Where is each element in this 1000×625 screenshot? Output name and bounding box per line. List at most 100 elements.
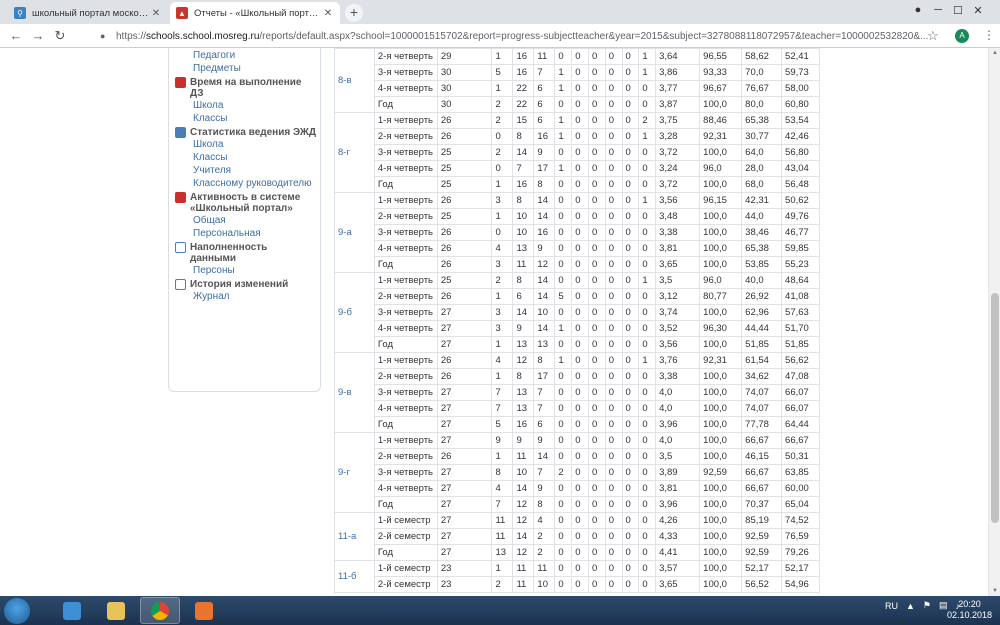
table-row: 9-а 1-я четверть 26 3 8 14 0 0 0 0 0 1 3,56 96,15 42,3… xyxy=(334,192,820,273)
sidebar-link-journal[interactable]: Журнал xyxy=(193,290,316,303)
sidebar-link-school[interactable]: Школа xyxy=(193,99,316,112)
value-cell: 0 xyxy=(587,336,606,353)
value-cell: 0 xyxy=(571,176,589,193)
value-cell: 0 xyxy=(554,416,573,433)
sidebar-link-class-teacher[interactable]: Классному руководителю xyxy=(193,177,316,190)
browser-menu-icon[interactable]: ⋮ xyxy=(983,28,995,42)
bookmark-star-icon[interactable]: ☆ xyxy=(927,28,939,44)
value-cell: 13 xyxy=(491,544,514,561)
new-tab-button[interactable]: + xyxy=(345,4,363,22)
class-link[interactable]: 9-а xyxy=(334,192,375,273)
ie-icon xyxy=(63,601,81,620)
value-cell: 1 xyxy=(554,80,573,97)
sidebar-link-school[interactable]: Школа xyxy=(193,138,316,151)
value-cell: 12 xyxy=(512,512,535,529)
class-link[interactable]: 9-в xyxy=(334,352,375,433)
value-cell: 66,67 xyxy=(741,480,783,497)
address-bar[interactable]: ● https:// schools.school.mosreg.ru /rep… xyxy=(100,27,945,45)
scroll-up-arrow-icon[interactable]: ▲ xyxy=(989,48,1000,58)
value-cell: 3,5 xyxy=(655,272,701,289)
sidebar-link-teachers[interactable]: Педагоги xyxy=(193,49,316,62)
tab-search[interactable]: ⚲ школьный портал московской ✕ xyxy=(8,2,168,24)
class-link[interactable]: 11-б xyxy=(334,560,375,593)
maximize-button[interactable]: ☐ xyxy=(948,0,968,20)
value-cell: 0 xyxy=(587,496,606,513)
clock-time: 20:20 xyxy=(958,599,981,609)
period-cell: 2-я четверть xyxy=(373,448,438,465)
value-cell: 3,96 xyxy=(655,416,701,433)
class-link[interactable]: 11-а xyxy=(334,512,375,561)
value-cell: 41,08 xyxy=(781,288,820,305)
value-cell: 100,0 xyxy=(699,240,743,257)
value-cell: 27 xyxy=(436,432,493,449)
value-cell: 0 xyxy=(571,144,589,161)
value-cell: 0 xyxy=(604,480,623,497)
sidebar-link-classes[interactable]: Классы xyxy=(193,151,316,164)
value-cell: 6 xyxy=(533,80,556,97)
value-cell: 0 xyxy=(554,224,573,241)
sidebar-link-persons[interactable]: Персоны xyxy=(193,264,316,277)
value-cell: 11 xyxy=(533,560,556,577)
profile-avatar[interactable]: A xyxy=(955,29,969,43)
value-cell: 0 xyxy=(571,560,589,577)
value-cell: 4 xyxy=(491,352,514,369)
arrow-up-icon[interactable]: ▲ xyxy=(906,601,915,611)
value-cell: 0 xyxy=(571,368,589,385)
value-cell: 0 xyxy=(621,576,640,593)
class-link[interactable]: 8-г xyxy=(334,112,375,193)
value-cell: 63,85 xyxy=(781,464,820,481)
value-cell: 3 xyxy=(491,192,514,209)
start-button[interactable] xyxy=(4,598,30,624)
scrollbar-thumb[interactable] xyxy=(991,293,999,523)
class-link[interactable]: 9-б xyxy=(334,272,375,353)
close-tab-icon[interactable]: ✕ xyxy=(322,8,334,19)
value-cell: 26,92 xyxy=(741,288,783,305)
value-cell: 0 xyxy=(621,336,640,353)
value-cell: 65,04 xyxy=(781,496,820,513)
value-cell: 88,46 xyxy=(699,112,743,129)
scroll-down-arrow-icon[interactable]: ▼ xyxy=(989,586,1000,596)
reload-button[interactable]: ↻ xyxy=(52,28,68,44)
period-cell: Год xyxy=(373,496,438,513)
sidebar-link-personal[interactable]: Персональная xyxy=(193,227,316,240)
value-cell: 16 xyxy=(533,128,556,145)
close-window-button[interactable]: ✕ xyxy=(968,0,988,20)
value-cell: 46,15 xyxy=(741,448,783,465)
taskbar-explorer[interactable] xyxy=(96,597,136,624)
minimize-button[interactable]: ─ xyxy=(928,0,948,20)
explorer-icon xyxy=(107,601,125,620)
value-cell: 0 xyxy=(604,528,623,545)
sidebar-link-teachers[interactable]: Учителя xyxy=(193,164,316,177)
flag-icon[interactable]: ⚑ xyxy=(923,600,931,611)
taskbar-media-player[interactable] xyxy=(184,597,224,624)
tab-reports[interactable]: ▲ Отчеты - «Школьный портал» ✕ xyxy=(170,2,340,24)
period-cell: 1-й семестр xyxy=(373,512,438,529)
page-scrollbar[interactable]: ▲ ▼ xyxy=(988,48,1000,596)
user-icon[interactable]: ● xyxy=(908,0,928,20)
class-link[interactable]: 8-в xyxy=(334,48,375,113)
value-cell: 4,0 xyxy=(655,384,701,401)
back-button[interactable]: ← xyxy=(8,28,24,44)
period-cell: Год xyxy=(373,336,438,353)
value-cell: 0 xyxy=(571,400,589,417)
clock-date: 02.10.2018 xyxy=(946,610,992,620)
forward-button[interactable]: → xyxy=(30,28,46,44)
value-cell: 5 xyxy=(554,288,573,305)
value-cell: 12 xyxy=(512,496,535,513)
sidebar-link-general[interactable]: Общая xyxy=(193,214,316,227)
value-cell: 0 xyxy=(587,96,606,113)
reports-sidebar: Педагоги Предметы Время на выполнение ДЗ… xyxy=(168,48,321,392)
class-link[interactable]: 9-г xyxy=(334,432,375,513)
value-cell: 38,46 xyxy=(741,224,783,241)
close-tab-icon[interactable]: ✕ xyxy=(150,8,162,19)
sidebar-link-classes[interactable]: Классы xyxy=(193,112,316,125)
clock[interactable]: 20:20 02.10.2018 xyxy=(947,599,992,621)
taskbar-chrome[interactable] xyxy=(140,597,180,624)
taskbar-ie[interactable] xyxy=(52,597,92,624)
value-cell: 100,0 xyxy=(699,432,743,449)
value-cell: 100,0 xyxy=(699,400,743,417)
value-cell: 0 xyxy=(554,432,573,449)
value-cell: 0 xyxy=(621,352,640,369)
language-indicator[interactable]: RU xyxy=(885,601,898,611)
sidebar-link-subjects[interactable]: Предметы xyxy=(193,62,316,75)
